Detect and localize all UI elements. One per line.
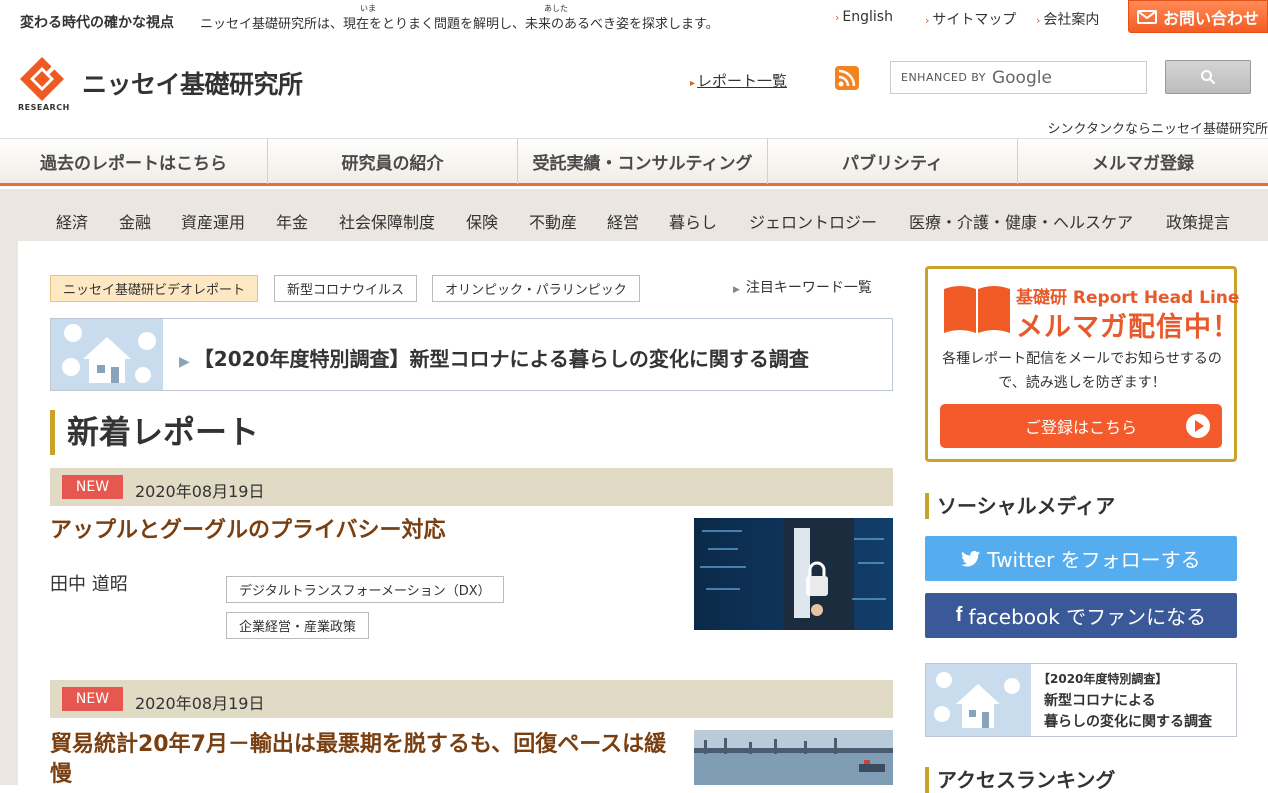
article-title[interactable]: アップルとグーグルのプライバシー対応 bbox=[50, 516, 670, 546]
mailmag-description: 各種レポート配信をメールでお知らせするので、読み逃しを防ぎます！ bbox=[942, 351, 1222, 391]
chevron-right-icon: › bbox=[835, 11, 840, 24]
social-media-heading: ソーシャルメディア bbox=[925, 493, 1115, 519]
new-badge: NEW bbox=[62, 475, 123, 499]
category-social-security[interactable]: 社会保障制度 bbox=[339, 209, 435, 233]
logo-subtext: RESEARCH bbox=[18, 103, 70, 112]
facebook-f-icon: f bbox=[955, 604, 963, 626]
triangle-right-icon: ▶ bbox=[179, 354, 190, 370]
article-thumbnail[interactable] bbox=[694, 730, 893, 785]
security-lock-image bbox=[694, 518, 893, 630]
new-badge: NEW bbox=[62, 687, 123, 711]
nav-past-reports[interactable]: 過去のレポートはこちら bbox=[0, 139, 268, 184]
category-pension[interactable]: 年金 bbox=[276, 209, 308, 233]
contact-button[interactable]: お問い合わせ bbox=[1128, 0, 1268, 33]
article-tag-dx[interactable]: デジタルトランスフォーメーション（DX） bbox=[226, 576, 504, 603]
article-thumbnail[interactable] bbox=[694, 518, 893, 630]
article-title[interactable]: 貿易統計20年7月－輸出は最悪期を脱するも、回復ペースは緩慢 bbox=[50, 730, 680, 790]
category-policy[interactable]: 政策提言 bbox=[1166, 209, 1230, 233]
tag-corona[interactable]: 新型コロナウイルス bbox=[274, 275, 418, 302]
triangle-right-icon: ▸ bbox=[690, 78, 696, 89]
keyword-list-link[interactable]: ▶ 注目キーワード一覧 bbox=[733, 277, 872, 297]
search-button[interactable] bbox=[1165, 60, 1251, 94]
nav-researchers[interactable]: 研究員の紹介 bbox=[268, 139, 518, 184]
nav-publicity[interactable]: パブリシティ bbox=[768, 139, 1018, 184]
article-date: 2020年08月19日 bbox=[135, 694, 265, 713]
chevron-right-icon: › bbox=[1036, 14, 1041, 27]
category-insurance[interactable]: 保険 bbox=[466, 209, 498, 233]
report-list-link[interactable]: ▸ レポート一覧 bbox=[690, 70, 787, 91]
site-logo[interactable]: ニッセイ基礎研究所 RESEARCH bbox=[18, 55, 303, 112]
think-tank-caption: シンクタンクならニッセイ基礎研究所 bbox=[1047, 122, 1268, 137]
tag-video-report[interactable]: ニッセイ基礎研ビデオレポート bbox=[50, 275, 259, 302]
category-economy[interactable]: 経済 bbox=[56, 209, 88, 233]
sitemap-link[interactable]: › サイトマップ bbox=[925, 9, 1016, 29]
article-tag-business[interactable]: 企業経営・産業政策 bbox=[226, 612, 370, 639]
facebook-like-button[interactable]: f facebook でファンになる bbox=[925, 593, 1237, 638]
article-author[interactable]: 田中 道昭 bbox=[50, 570, 128, 596]
page-gutter bbox=[0, 241, 18, 785]
special-survey-banner[interactable]: ▶ 【2020年度特別調査】新型コロナによる暮らしの変化に関する調査 bbox=[50, 318, 893, 391]
nav-consulting[interactable]: 受託実績・コンサルティング bbox=[518, 139, 768, 184]
banner-title: ▶ 【2020年度特別調査】新型コロナによる暮らしの変化に関する調査 bbox=[179, 347, 809, 371]
main-nav: 過去のレポートはこちら 研究員の紹介 受託実績・コンサルティング パブリシティ … bbox=[0, 138, 1268, 186]
category-gerontology[interactable]: ジェロントロジー bbox=[749, 209, 877, 233]
nav-mailmag[interactable]: メルマガ登録 bbox=[1018, 139, 1268, 184]
triangle-right-icon: ▶ bbox=[733, 285, 740, 295]
mailmag-register-button[interactable]: ご登録はこちら bbox=[940, 404, 1222, 448]
company-link[interactable]: › 会社案内 bbox=[1036, 9, 1099, 29]
category-real-estate[interactable]: 不動産 bbox=[529, 209, 577, 233]
logo-text: ニッセイ基礎研究所 bbox=[82, 70, 303, 99]
rss-icon[interactable] bbox=[835, 66, 859, 90]
mailmag-subtitle: メルマガ配信中！ bbox=[1016, 312, 1240, 343]
mailmag-promo: 基礎研 Report Head Line メルマガ配信中！ 各種レポート配信をメ… bbox=[925, 266, 1240, 462]
category-living[interactable]: 暮らし bbox=[669, 209, 717, 233]
top-bar: 変わる時代の確かな視点 いま あした ニッセイ基礎研究所は、現在をとりまく問題を… bbox=[0, 0, 1268, 40]
category-healthcare[interactable]: 医療・介護・健康・ヘルスケア bbox=[909, 209, 1133, 233]
category-asset[interactable]: 資産運用 bbox=[181, 209, 245, 233]
article-date-bar: NEW 2020年08月19日 bbox=[50, 468, 893, 506]
side-survey-banner[interactable]: 【2020年度特別調査】 新型コロナによる 暮らしの変化に関する調査 bbox=[925, 663, 1237, 737]
category-management[interactable]: 経営 bbox=[607, 209, 639, 233]
site-description: ニッセイ基礎研究所は、現在をとりまく問題を解明し、未来のあるべき姿を探求します。 bbox=[200, 17, 719, 32]
play-circle-icon bbox=[1186, 414, 1210, 438]
google-logo: Google bbox=[991, 67, 1052, 88]
house-illustration-icon bbox=[926, 664, 1031, 736]
english-link[interactable]: › English bbox=[835, 9, 893, 25]
twitter-bird-icon bbox=[961, 550, 981, 566]
search-enhanced-label: ENHANCED BY bbox=[901, 71, 986, 84]
tag-olympic[interactable]: オリンピック・パラリンピック bbox=[432, 275, 640, 302]
mail-icon bbox=[1136, 9, 1157, 24]
twitter-follow-button[interactable]: Twitter をフォローする bbox=[925, 536, 1237, 581]
category-finance[interactable]: 金融 bbox=[119, 209, 151, 233]
access-ranking-heading: アクセスランキング bbox=[925, 767, 1115, 793]
new-reports-heading: 新着レポート bbox=[50, 410, 259, 455]
article-date-bar: NEW 2020年08月19日 bbox=[50, 680, 893, 718]
side-banner-line3: 暮らしの変化に関する調査 bbox=[1044, 714, 1212, 730]
category-nav: 経済 金融 資産運用 年金 社会保障制度 保険 不動産 経営 暮らし ジェロント… bbox=[0, 189, 1268, 241]
chevron-right-icon: › bbox=[925, 14, 930, 27]
open-book-icon bbox=[942, 283, 1012, 335]
side-banner-line1: 【2020年度特別調査】 bbox=[1038, 672, 1168, 686]
logo-mark-icon bbox=[18, 55, 66, 103]
site-tagline: 変わる時代の確かな視点 bbox=[20, 15, 174, 31]
article-date: 2020年08月19日 bbox=[135, 482, 265, 501]
search-icon bbox=[1201, 70, 1216, 85]
house-illustration-icon bbox=[51, 319, 163, 390]
search-input[interactable]: ENHANCED BY Google bbox=[890, 61, 1147, 94]
port-image bbox=[694, 730, 893, 785]
side-banner-line2: 新型コロナによる bbox=[1044, 693, 1156, 709]
